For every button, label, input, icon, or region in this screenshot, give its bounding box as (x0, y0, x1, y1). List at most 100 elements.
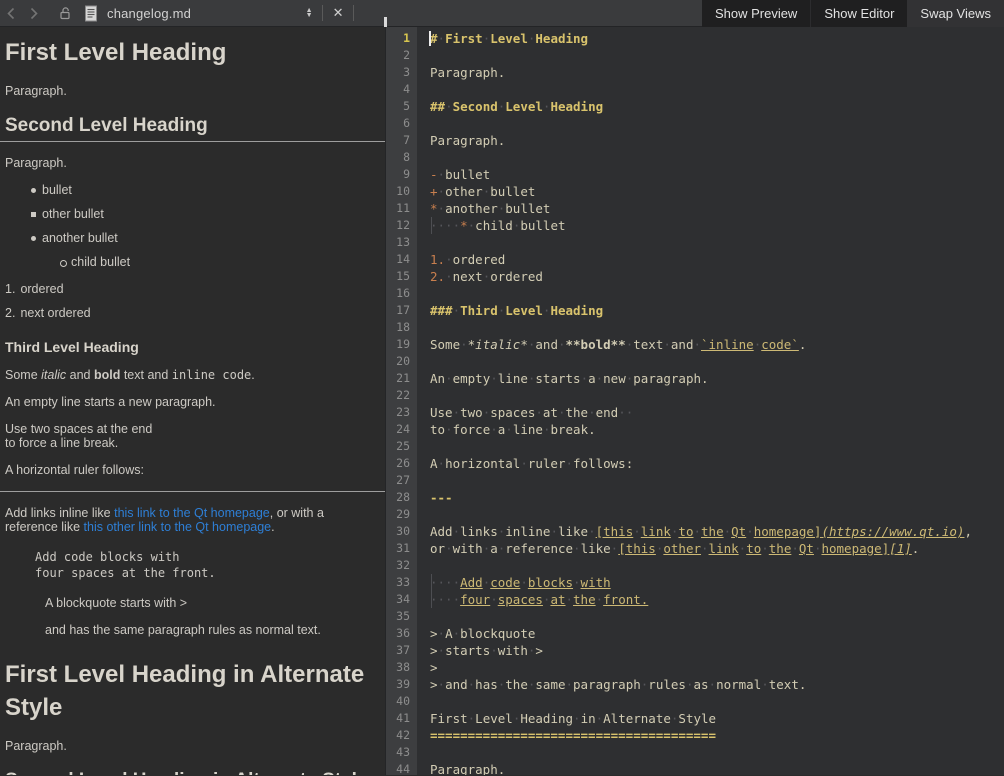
line-number[interactable]: 16 (386, 285, 410, 302)
editor-line[interactable]: >·and·has·the·same·paragraph·rules·as·no… (430, 676, 1004, 693)
line-number[interactable]: 8 (386, 149, 410, 166)
line-number[interactable]: 10 (386, 183, 410, 200)
qt-homepage-link[interactable]: this link to the Qt homepage (114, 506, 270, 520)
line-number[interactable]: 20 (386, 353, 410, 370)
line-number[interactable]: 22 (386, 387, 410, 404)
line-number[interactable]: 21 (386, 370, 410, 387)
editor-line[interactable] (430, 387, 1004, 404)
line-number[interactable]: 19 (386, 336, 410, 353)
markdown-editor-pane[interactable]: 1234567891011121314151617181920212223242… (385, 27, 1004, 775)
show-preview-button[interactable]: Show Preview (702, 0, 810, 27)
line-number[interactable]: 43 (386, 744, 410, 761)
forward-button[interactable] (22, 0, 44, 27)
swap-views-button[interactable]: Swap Views (907, 0, 1004, 27)
qt-homepage-reference-link[interactable]: this other link to the Qt homepage (84, 520, 272, 534)
close-document-button[interactable]: ✕ (328, 3, 348, 23)
back-button[interactable] (0, 0, 22, 27)
editor-line[interactable]: Paragraph. (430, 761, 1004, 775)
line-number[interactable]: 24 (386, 421, 410, 438)
line-number[interactable]: 35 (386, 608, 410, 625)
line-number[interactable]: 34 (386, 591, 410, 608)
editor-line[interactable]: #·First·Level·Heading (430, 30, 1004, 47)
line-number[interactable]: 38 (386, 659, 410, 676)
editor-line[interactable]: ····four·spaces·at·the·front. (430, 591, 1004, 608)
editor-line[interactable]: 1.·ordered (430, 251, 1004, 268)
editor-line[interactable]: Paragraph. (430, 132, 1004, 149)
line-number[interactable]: 13 (386, 234, 410, 251)
line-number[interactable]: 5 (386, 98, 410, 115)
editor-line[interactable] (430, 693, 1004, 710)
line-number[interactable]: 2 (386, 47, 410, 64)
line-number[interactable]: 25 (386, 438, 410, 455)
line-number[interactable]: 11 (386, 200, 410, 217)
editor-line[interactable] (430, 285, 1004, 302)
editor-line[interactable]: Add·links·inline·like·[this·link·to·the·… (430, 523, 1004, 540)
line-number[interactable]: 27 (386, 472, 410, 489)
line-number[interactable]: 30 (386, 523, 410, 540)
editor-line[interactable]: +·other·bullet (430, 183, 1004, 200)
line-number[interactable]: 1 (386, 30, 410, 47)
editor-line[interactable]: --- (430, 489, 1004, 506)
line-number[interactable]: 12 (386, 217, 410, 234)
editor-line[interactable] (430, 149, 1004, 166)
editor-line[interactable] (430, 557, 1004, 574)
editor-line[interactable]: -·bullet (430, 166, 1004, 183)
line-number[interactable]: 42 (386, 727, 410, 744)
line-number[interactable]: 18 (386, 319, 410, 336)
editor-line[interactable]: A·horizontal·ruler·follows: (430, 455, 1004, 472)
editor-line[interactable]: >·starts·with·> (430, 642, 1004, 659)
line-number[interactable]: 40 (386, 693, 410, 710)
editor-line[interactable]: ····Add·code·blocks·with (430, 574, 1004, 591)
editor-line[interactable]: First·Level·Heading·in·Alternate·Style (430, 710, 1004, 727)
editor-line[interactable]: ====================================== (430, 727, 1004, 744)
editor-line[interactable]: An·empty·line·starts·a·new·paragraph. (430, 370, 1004, 387)
line-number[interactable]: 44 (386, 761, 410, 775)
line-number[interactable]: 26 (386, 455, 410, 472)
editor-line[interactable] (430, 438, 1004, 455)
line-number[interactable]: 28 (386, 489, 410, 506)
show-editor-button[interactable]: Show Editor (810, 0, 907, 27)
line-number[interactable]: 3 (386, 64, 410, 81)
editor-line[interactable]: >·A·blockquote (430, 625, 1004, 642)
line-number[interactable]: 7 (386, 132, 410, 149)
line-number[interactable]: 29 (386, 506, 410, 523)
editor-line[interactable]: > (430, 659, 1004, 676)
editor-line[interactable]: Paragraph. (430, 64, 1004, 81)
line-number[interactable]: 23 (386, 404, 410, 421)
editor-line[interactable] (430, 115, 1004, 132)
line-number[interactable]: 41 (386, 710, 410, 727)
editor-line[interactable]: Some·*italic*·and·**bold**·text·and·`inl… (430, 336, 1004, 353)
open-document-name[interactable]: changelog.md (107, 6, 191, 21)
line-number[interactable]: 15 (386, 268, 410, 285)
editor-line[interactable] (430, 353, 1004, 370)
line-number[interactable]: 4 (386, 81, 410, 98)
editor-line[interactable] (430, 234, 1004, 251)
editor-line[interactable] (430, 506, 1004, 523)
editor-line[interactable] (430, 319, 1004, 336)
pane-splitter-handle[interactable] (384, 17, 387, 27)
line-number[interactable]: 39 (386, 676, 410, 693)
editor-line[interactable] (430, 608, 1004, 625)
editor-line[interactable] (430, 47, 1004, 64)
editor-line[interactable] (430, 744, 1004, 761)
editor-lines[interactable]: #·First·Level·Heading Paragraph. ##·Second… (417, 27, 1004, 775)
line-number[interactable]: 33 (386, 574, 410, 591)
line-number[interactable]: 37 (386, 642, 410, 659)
editor-line[interactable]: or·with·a·reference·like·[this·other·lin… (430, 540, 1004, 557)
editor-line[interactable]: to·force·a·line·break. (430, 421, 1004, 438)
editor-line[interactable] (430, 81, 1004, 98)
editor-line[interactable]: Use·two·spaces·at·the·end·· (430, 404, 1004, 421)
editor-line[interactable]: 2.·next·ordered (430, 268, 1004, 285)
editor-line[interactable] (430, 472, 1004, 489)
line-number[interactable]: 14 (386, 251, 410, 268)
editor-line[interactable]: ###·Third·Level·Heading (430, 302, 1004, 319)
line-number[interactable]: 32 (386, 557, 410, 574)
editor-line[interactable]: ····*·child·bullet (430, 217, 1004, 234)
file-lock-button[interactable] (52, 0, 78, 27)
line-number[interactable]: 17 (386, 302, 410, 319)
line-number[interactable]: 31 (386, 540, 410, 557)
line-number[interactable]: 36 (386, 625, 410, 642)
line-number[interactable]: 6 (386, 115, 410, 132)
editor-line[interactable]: ##·Second·Level·Heading (430, 98, 1004, 115)
line-number[interactable]: 9 (386, 166, 410, 183)
